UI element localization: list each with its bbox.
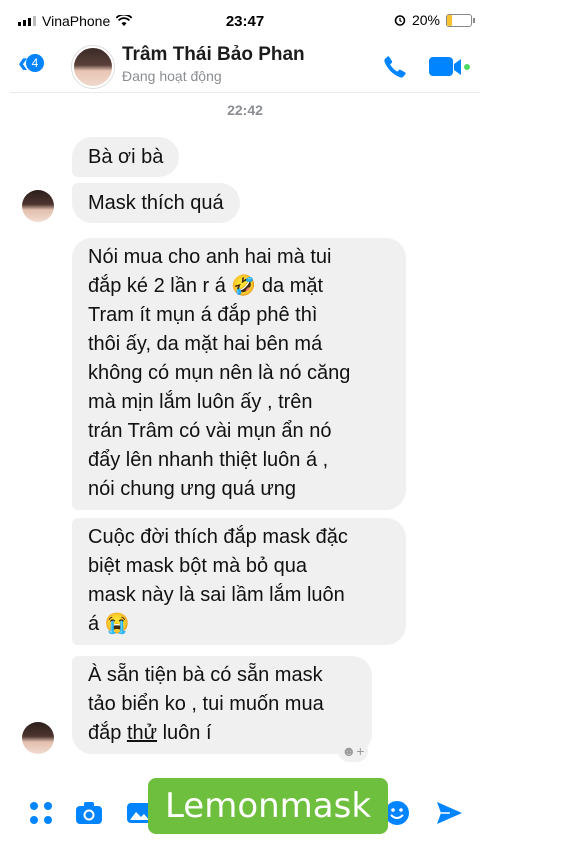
sender-avatar — [22, 190, 54, 222]
message-line: đắp ké 2 lần r á 🤣 da mặt — [88, 275, 324, 297]
battery-group: 20% — [394, 12, 475, 28]
message-line: thôi ấy, da mặt hai bên má — [88, 333, 323, 355]
add-reaction-button[interactable]: ☻+ — [338, 740, 368, 762]
message-line: À sẵn tiện bà có sẵn mask — [88, 664, 323, 686]
contact-avatar[interactable] — [72, 46, 114, 88]
battery-percent: 20% — [411, 12, 440, 28]
alarm-icon — [394, 15, 406, 26]
contact-name[interactable]: Trâm Thái Bảo Phan — [122, 44, 305, 66]
message-bubble-3[interactable]: Nói mua cho anh hai mà tui đắp ké 2 lần … — [72, 238, 406, 510]
message-line: nói chung ưng quá ưng — [88, 478, 297, 500]
battery-fill — [447, 14, 452, 26]
underlined-word: thử — [126, 722, 158, 744]
message-line: mà mịn lắm luôn ấy , trên — [88, 391, 313, 413]
message-text: đắp — [88, 722, 127, 744]
message-line: biệt mask bột mà bỏ qua — [88, 555, 308, 577]
message-line: Tram ít mụn á đắp phê thì — [88, 304, 318, 326]
phone-call-icon[interactable] — [382, 54, 408, 80]
messenger-screen: VinaPhone 23:47 20% ‹ 4 Trâm Thái Bảo Ph… — [10, 0, 480, 867]
message-line: trán Trâm có vài mụn ẩn nó — [88, 420, 332, 442]
battery-icon — [446, 13, 475, 27]
message-line: á 😭 — [88, 613, 130, 635]
message-line: đẩy lên nhanh thiệt luôn á , — [88, 449, 329, 471]
send-icon[interactable] — [434, 798, 464, 828]
chat-header: ‹ 4 Trâm Thái Bảo Phan Đang hoạt động — [10, 40, 480, 90]
message-line: Cuộc đời thích đắp mask đặc — [88, 526, 348, 548]
message-bubble-2[interactable]: Mask thích quá — [72, 183, 240, 223]
sender-avatar — [22, 722, 54, 754]
lemonmask-watermark: Lemonmask — [148, 778, 388, 834]
video-call-icon[interactable] — [428, 54, 470, 80]
message-line: đắp thử luôn í — [88, 719, 356, 748]
header-divider — [10, 92, 480, 93]
message-bubble-4[interactable]: Cuộc đời thích đắp mask đặc biệt mask bộ… — [72, 518, 406, 645]
message-line: mask này là sai lầm lắm luôn — [88, 584, 345, 606]
message-timestamp: 22:42 — [227, 102, 263, 118]
message-text: luôn í — [157, 722, 212, 744]
unread-count-badge: 4 — [26, 54, 44, 72]
message-bubble-5[interactable]: À sẵn tiện bà có sẵn mask tảo biển ko , … — [72, 656, 372, 754]
message-line: Nói mua cho anh hai mà tui — [88, 246, 332, 268]
message-line: không có mụn nên là nó căng — [88, 362, 351, 384]
camera-icon[interactable] — [74, 798, 104, 828]
contact-status: Đang hoạt động — [122, 68, 222, 84]
message-bubble-1[interactable]: Bà ơi bà — [72, 137, 180, 177]
message-line: tảo biển ko , tui muốn mua — [88, 693, 324, 715]
back-button[interactable]: ‹ 4 — [18, 48, 44, 78]
grid-icon[interactable] — [26, 798, 56, 828]
status-bar: VinaPhone 23:47 20% — [10, 0, 480, 40]
